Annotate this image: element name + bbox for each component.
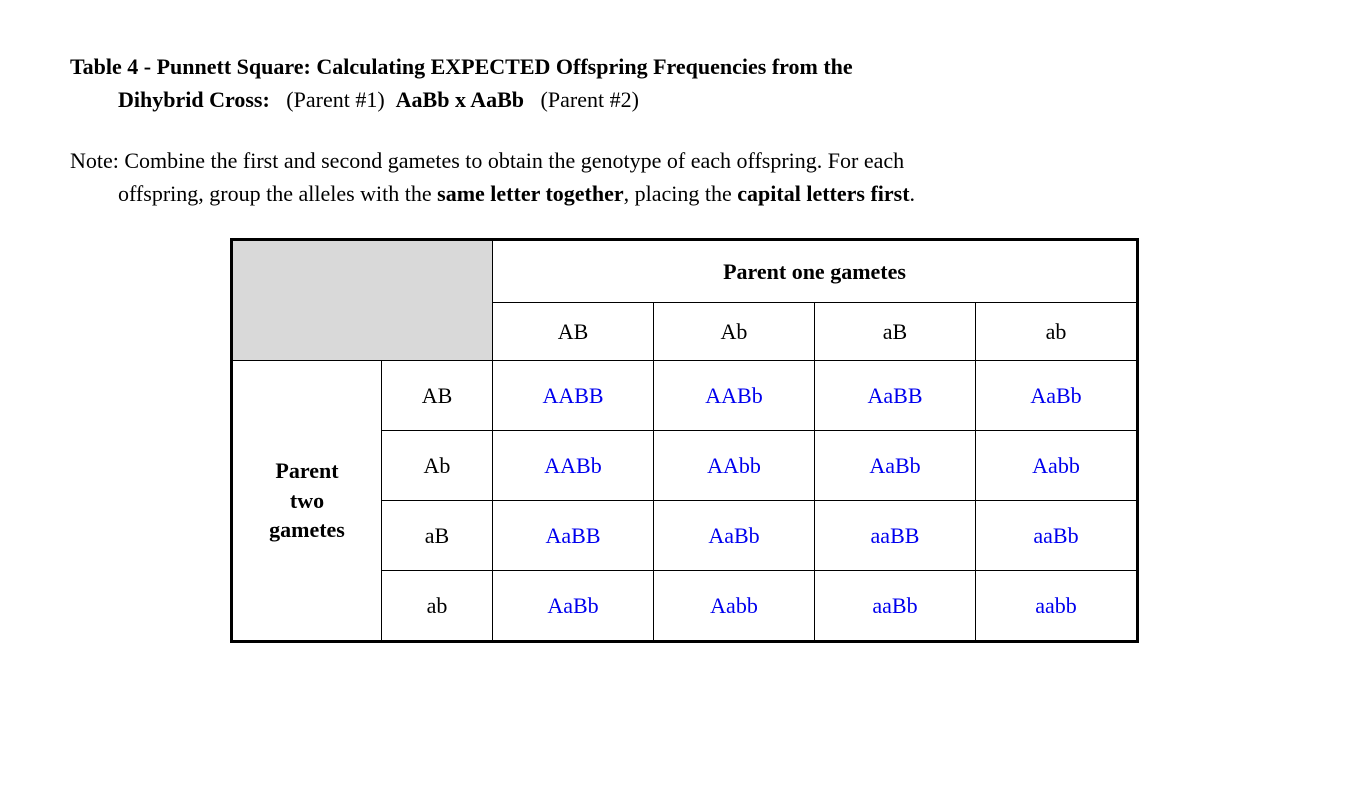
genotype-cell: AaBB <box>493 501 654 571</box>
genotype-cell: aaBb <box>976 501 1138 571</box>
genotype-cell: aaBb <box>815 571 976 642</box>
genotype-cell: AaBb <box>976 361 1138 431</box>
genotype-cell: aaBB <box>815 501 976 571</box>
parent-two-header: Parent two gametes <box>232 361 382 642</box>
row-gamete-0: AB <box>382 361 493 431</box>
note-bold-2: capital letters first <box>737 181 909 206</box>
genotype-cell: AABb <box>654 361 815 431</box>
col-gamete-3: ab <box>976 303 1138 361</box>
title-line-2: Dihybrid Cross: (Parent #1) AaBb x AaBb … <box>118 83 1301 116</box>
genotype-cell: Aabb <box>976 431 1138 501</box>
title-bold-dihybrid: Dihybrid Cross: <box>118 87 270 112</box>
genotype-cell: AABB <box>493 361 654 431</box>
instruction-note: Note: Combine the first and second gamet… <box>70 144 1301 210</box>
note-seg-1: offspring, group the alleles with the <box>118 181 437 206</box>
note-line-1: Note: Combine the first and second gamet… <box>70 144 1301 177</box>
genotype-cell: AAbb <box>654 431 815 501</box>
genotype-cell: AaBb <box>654 501 815 571</box>
corner-cell <box>232 240 493 361</box>
col-gamete-1: Ab <box>654 303 815 361</box>
punnett-square-table: Parent one gametes AB Ab aB ab Parent tw… <box>230 238 1139 643</box>
genotype-cell: aabb <box>976 571 1138 642</box>
note-seg-2: , placing the <box>624 181 738 206</box>
row-gamete-3: ab <box>382 571 493 642</box>
note-bold-1: same letter together <box>437 181 624 206</box>
genotype-cell: Aabb <box>654 571 815 642</box>
genotype-cell: AABb <box>493 431 654 501</box>
parent1-label: (Parent #1) <box>275 87 384 112</box>
note-seg-3: . <box>910 181 916 206</box>
genotype-cell: AaBb <box>493 571 654 642</box>
genotype-cell: AaBB <box>815 361 976 431</box>
col-gamete-0: AB <box>493 303 654 361</box>
parent-one-header: Parent one gametes <box>493 240 1138 303</box>
col-gamete-2: aB <box>815 303 976 361</box>
table-title: Table 4 - Punnett Square: Calculating EX… <box>70 50 1301 116</box>
parent2-label: (Parent #2) <box>530 87 639 112</box>
note-line-2: offspring, group the alleles with the sa… <box>118 177 1301 210</box>
row-gamete-2: aB <box>382 501 493 571</box>
genotype-cell: AaBb <box>815 431 976 501</box>
cross-genotypes: AaBb x AaBb <box>390 87 524 112</box>
row-gamete-1: Ab <box>382 431 493 501</box>
title-line-1: Table 4 - Punnett Square: Calculating EX… <box>70 50 1301 83</box>
